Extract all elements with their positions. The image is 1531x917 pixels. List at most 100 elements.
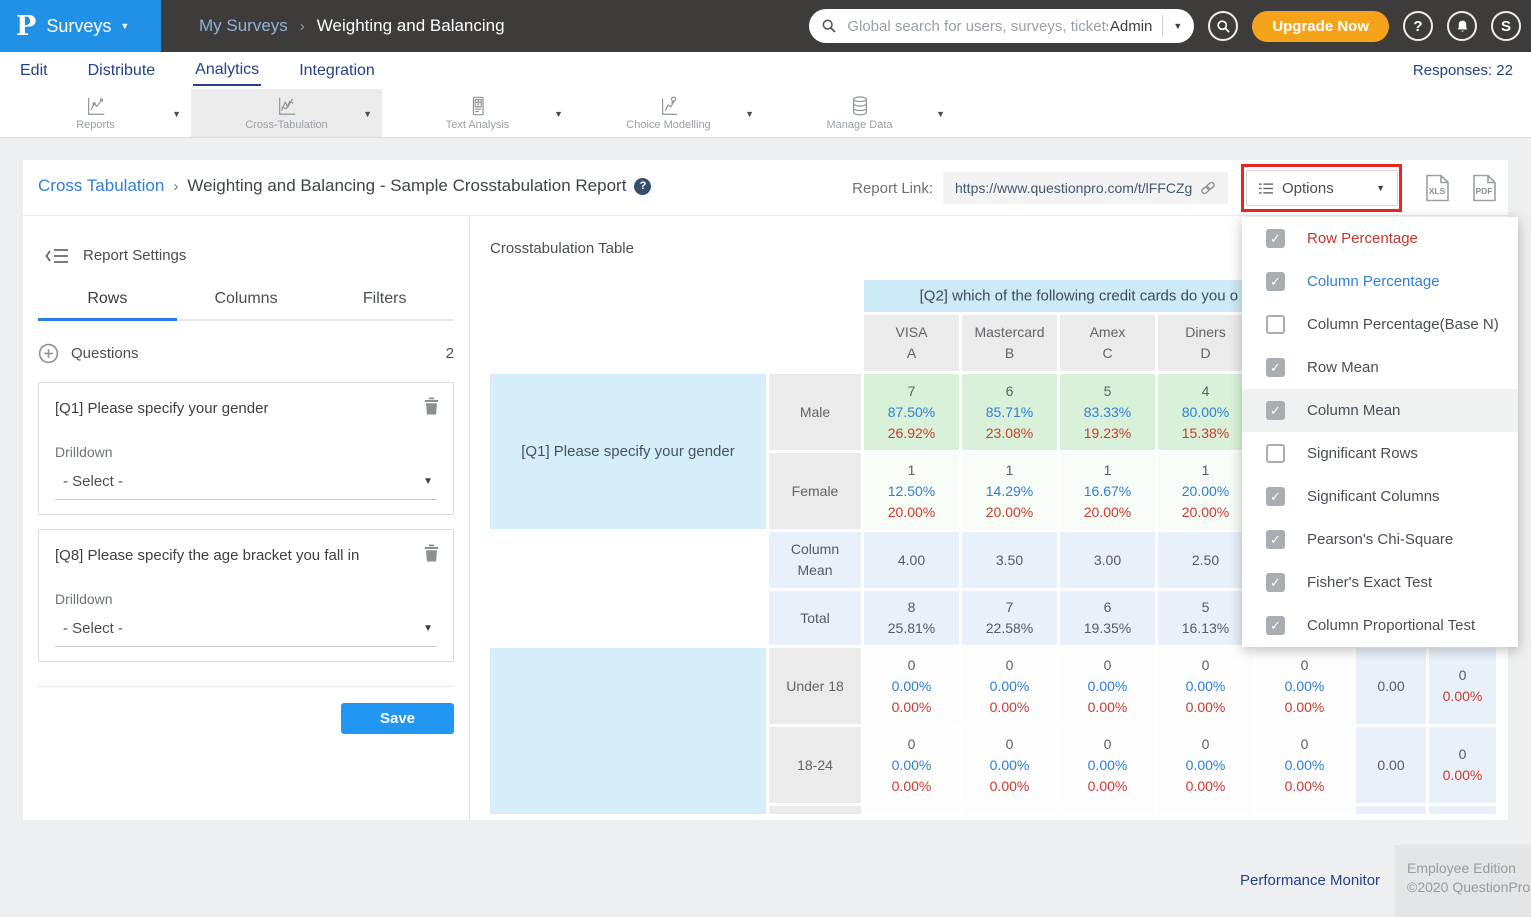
breadcrumb-my-surveys[interactable]: My Surveys: [199, 16, 288, 36]
menu-item-column-percentage-base-n-[interactable]: Column Percentage(Base N): [1242, 303, 1518, 346]
breadcrumb-current-survey: Weighting and Balancing: [317, 16, 505, 36]
data-cell: 114.29%20.00%: [962, 453, 1057, 529]
link-icon[interactable]: [1198, 178, 1218, 198]
delete-icon[interactable]: [424, 397, 439, 415]
add-question-icon[interactable]: [38, 343, 59, 364]
question-card-q8: [Q8] Please specify the age bracket you …: [38, 529, 454, 662]
tab-edit[interactable]: Edit: [18, 56, 50, 85]
drilldown-select[interactable]: - Select - ▼: [55, 473, 437, 500]
menu-item-label: Column Percentage(Base N): [1307, 316, 1499, 333]
save-button[interactable]: Save: [341, 703, 454, 734]
menu-item-column-mean[interactable]: ✓Column Mean: [1242, 389, 1518, 432]
page: P Surveys ▼ My Surveys › Weighting and B…: [0, 0, 1531, 917]
question-card-q1: [Q1] Please specify your gender Drilldow…: [38, 382, 454, 515]
menu-item-column-proportional-test[interactable]: ✓ Column Proportional Test: [1242, 604, 1518, 647]
checkbox-checked[interactable]: ✓: [1266, 272, 1285, 291]
row-label-18-24: 18-24: [769, 727, 861, 803]
drilldown-select[interactable]: - Select - ▼: [55, 620, 437, 647]
checkbox-checked[interactable]: ✓: [1266, 401, 1285, 420]
product-name: Surveys: [46, 16, 111, 37]
data-cell-clipped: [1356, 806, 1426, 814]
search-scope-label: Admin: [1110, 18, 1153, 35]
column-header-diners: DinersD: [1158, 315, 1253, 371]
drilldown-label: Drilldown: [55, 444, 437, 460]
data-cell: 00.00%0.00%: [1158, 648, 1253, 724]
avatar-initial: S: [1501, 18, 1511, 35]
menu-item-row-mean[interactable]: ✓Row Mean: [1242, 346, 1518, 389]
chevron-down-icon[interactable]: ▼: [745, 109, 754, 119]
report-title: Weighting and Balancing - Sample Crossta…: [187, 176, 626, 196]
tab-integration[interactable]: Integration: [297, 56, 377, 85]
global-search[interactable]: Admin ▼: [809, 9, 1194, 43]
divider: [38, 686, 454, 687]
chevron-down-icon: ▼: [423, 476, 433, 487]
toolbar-item-choice-modelling[interactable]: Choice Modelling ▼: [573, 89, 764, 137]
toolbar-item-reports[interactable]: Reports ▼: [0, 89, 191, 137]
tab-filters[interactable]: Filters: [315, 290, 454, 321]
row-mean-cell: 0.00: [1356, 648, 1426, 724]
topbar-actions: Admin ▼ Upgrade Now ? S: [809, 9, 1531, 43]
data-cell: 480.00%15.38%: [1158, 374, 1253, 450]
notifications-button[interactable]: [1447, 11, 1477, 41]
upgrade-now-button[interactable]: Upgrade Now: [1252, 11, 1389, 42]
search-input[interactable]: [845, 17, 1110, 36]
chevron-down-icon[interactable]: ▼: [1173, 21, 1182, 31]
help-icon[interactable]: ?: [634, 178, 651, 195]
export-xls-icon[interactable]: XLS: [1424, 173, 1451, 203]
report-url[interactable]: https://www.questionpro.com/t/lFFCZg: [955, 180, 1198, 196]
checkbox-checked[interactable]: ✓: [1266, 530, 1285, 549]
data-cell-clipped: [1060, 806, 1155, 814]
report-settings-header[interactable]: Report Settings: [45, 247, 469, 264]
tab-columns[interactable]: Columns: [177, 290, 316, 321]
export-pdf-icon[interactable]: PDF: [1471, 173, 1498, 203]
account-avatar[interactable]: S: [1491, 11, 1521, 41]
checkbox-checked[interactable]: ✓: [1266, 616, 1285, 635]
toolbar-item-text-analysis[interactable]: Text Analysis ▼: [382, 89, 573, 137]
menu-item-label: Fisher's Exact Test: [1307, 574, 1432, 591]
menu-item-column-percentage[interactable]: ✓Column Percentage: [1242, 260, 1518, 303]
data-cell: 116.67%20.00%: [1060, 453, 1155, 529]
delete-icon[interactable]: [424, 544, 439, 562]
search-submit-button[interactable]: [1208, 11, 1238, 41]
question-label: [Q8] Please specify the age bracket you …: [55, 547, 437, 564]
column-mean-cell: 3.50: [962, 532, 1057, 588]
menu-item-row-percentage[interactable]: ✓Row Percentage: [1242, 217, 1518, 260]
options-button[interactable]: Options ▼: [1246, 170, 1398, 206]
cross-tabulation-link[interactable]: Cross Tabulation: [38, 176, 164, 196]
line-chart-icon: [84, 95, 108, 117]
chevron-down-icon[interactable]: ▼: [172, 109, 181, 119]
help-button[interactable]: ?: [1403, 11, 1433, 41]
checkbox-checked[interactable]: ✓: [1266, 487, 1285, 506]
chevron-down-icon[interactable]: ▼: [554, 109, 563, 119]
toolbar-item-cross-tabulation[interactable]: Cross-Tabulation ▼: [191, 89, 382, 137]
menu-item-significant-rows[interactable]: Significant Rows: [1242, 432, 1518, 475]
choice-model-chart-icon: [657, 95, 681, 117]
column-mean-cell: 2.50: [1158, 532, 1253, 588]
tab-rows[interactable]: Rows: [38, 290, 177, 321]
performance-monitor-link[interactable]: Performance Monitor: [1240, 872, 1380, 889]
checkbox-checked[interactable]: ✓: [1266, 573, 1285, 592]
q1-row-label: [Q1] Please specify your gender: [490, 374, 766, 529]
row-label-clipped: [769, 806, 861, 814]
chevron-down-icon[interactable]: ▼: [363, 109, 372, 119]
tab-analytics[interactable]: Analytics: [193, 55, 261, 86]
options-menu: ✓Row Percentage✓Column Percentage Column …: [1242, 217, 1518, 647]
row-mean-cell: 0.00: [1356, 727, 1426, 803]
checkbox-unchecked[interactable]: [1266, 315, 1285, 334]
checkbox-checked[interactable]: ✓: [1266, 358, 1285, 377]
search-icon: [821, 18, 837, 34]
survey-nav: Edit Distribute Analytics Integration Re…: [0, 52, 1531, 89]
chevron-down-icon[interactable]: ▼: [936, 109, 945, 119]
report-url-box[interactable]: https://www.questionpro.com/t/lFFCZg: [943, 172, 1228, 204]
tab-distribute[interactable]: Distribute: [86, 56, 158, 85]
menu-item-label: Column Proportional Test: [1307, 617, 1475, 634]
checkbox-unchecked[interactable]: [1266, 444, 1285, 463]
product-switcher[interactable]: P Surveys ▼: [0, 0, 161, 52]
checkbox-checked[interactable]: ✓: [1266, 229, 1285, 248]
menu-item-significant-columns[interactable]: ✓Significant Columns: [1242, 475, 1518, 518]
menu-item-pearson-s-chi-square[interactable]: ✓Pearson's Chi-Square: [1242, 518, 1518, 561]
data-cell-clipped: [1429, 806, 1496, 814]
menu-item-fisher-s-exact-test[interactable]: ✓ Fisher's Exact Test: [1242, 561, 1518, 604]
toolbar-item-manage-data[interactable]: Manage Data ▼: [764, 89, 955, 137]
data-cell: 00.00%0.00%: [1256, 727, 1353, 803]
